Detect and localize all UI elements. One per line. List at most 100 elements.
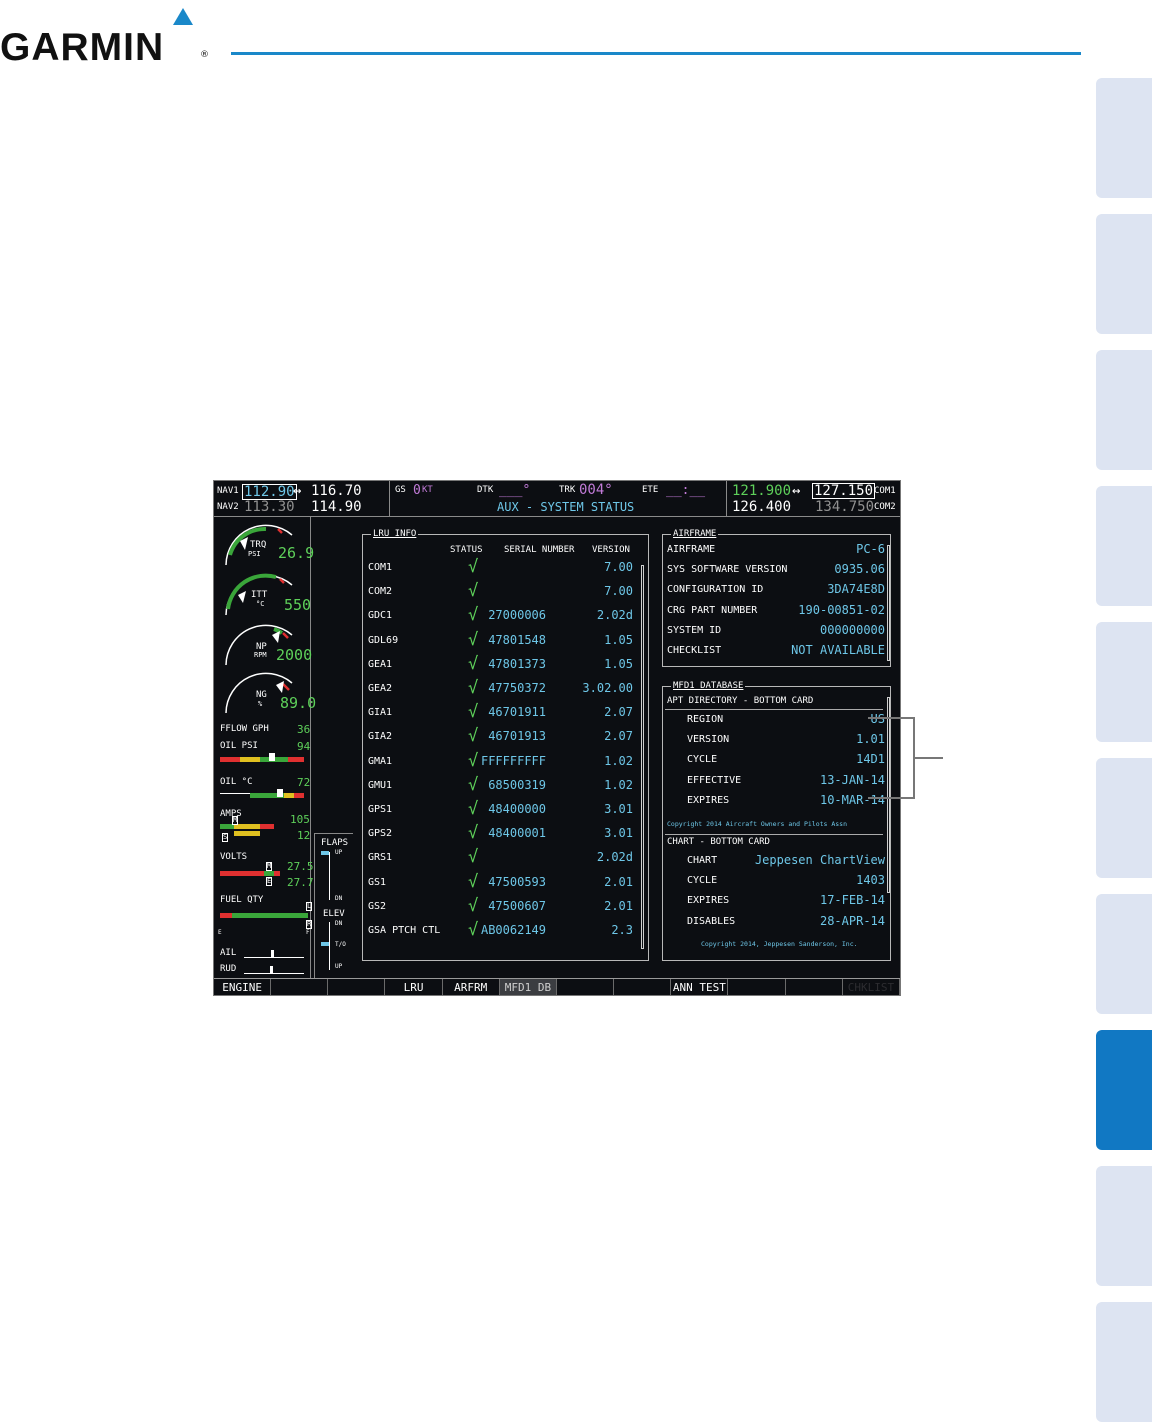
lru-name: GPS2 [368, 828, 393, 840]
trq-value: 26.9 [278, 544, 315, 562]
lru-status-check-icon: √ [468, 678, 479, 698]
flaps-up-label: UP [335, 849, 343, 856]
ete-value: __:__ [666, 483, 706, 498]
lru-row: GEA1 √ 47801373 1.05 [363, 653, 633, 676]
lru-row: COM1 √ 7.00 [363, 559, 633, 579]
com2-active-freq[interactable]: 126.400 [732, 500, 791, 514]
lru-name: GRS1 [368, 852, 393, 864]
mfd-database-scrollbar[interactable] [887, 697, 890, 893]
softkey-9[interactable]: ANN TEST [671, 979, 729, 995]
section-tab-7[interactable] [1096, 894, 1152, 1014]
lru-status-check-icon: √ [468, 653, 479, 674]
apt-directory-header: APT DIRECTORY - BOTTOM CARD [667, 696, 814, 706]
field-label: SYS SOFTWARE VERSION [667, 564, 788, 576]
section-tab-4[interactable] [1096, 486, 1152, 606]
lru-row: GMA1 √ FFFFFFFFF 1.02 [363, 752, 633, 773]
lru-row: GDL69 √ 47801548 1.05 [363, 629, 633, 652]
section-tab-8[interactable] [1096, 1030, 1152, 1150]
callout-leader-line [913, 757, 943, 759]
chart-row: DISABLES 28-APR-14 [663, 913, 885, 933]
lru-version: 2.02d [596, 608, 633, 623]
garmin-logo-triangle-icon [173, 8, 193, 25]
flaps-label: FLAPS [321, 838, 349, 848]
com1-label: COM1 [874, 486, 896, 496]
field-value: NOT AVAILABLE [791, 643, 885, 657]
amps-marker-1: M [232, 816, 239, 825]
lru-row: GPS1 √ 48400000 3.01 [363, 801, 633, 821]
oil-temp-value: 72 [297, 776, 311, 789]
elev-pointer-icon [321, 942, 329, 946]
lru-serial: AB0062149 [480, 923, 546, 937]
nav2-standby-freq[interactable]: 114.90 [311, 500, 362, 514]
softkey-8[interactable] [614, 979, 672, 995]
softkey-12[interactable]: CHKLIST [843, 979, 900, 995]
oil-psi-label: OIL PSI [220, 741, 258, 751]
field-value: 13-JAN-14 [819, 772, 885, 787]
chart-row: EXPIRES 17-FEB-14 [663, 892, 885, 912]
itt-value: 550 [284, 596, 312, 614]
lru-row: COM2 √ 7.00 [363, 583, 633, 603]
trk-value: 004° [579, 482, 613, 498]
airframe-table: AIRFRAME PC-6 SYS SOFTWARE VERSION 0935.06 C… [663, 541, 885, 665]
softkey-6[interactable]: MFD1 DB [499, 979, 557, 995]
nav2-label: NAV2 [217, 502, 239, 512]
airframe-row: SYS SOFTWARE VERSION 0935.06 [663, 561, 885, 581]
lru-name: GEA2 [368, 683, 393, 694]
nav1-swap-icon: ↔ [293, 483, 302, 499]
com2-standby-freq[interactable]: 134.750 [815, 500, 874, 514]
lru-row: GMU1 √ 68500319 1.02 [363, 776, 633, 797]
lru-version: 3.02.00 [582, 681, 633, 695]
lru-name: GDC1 [368, 610, 393, 622]
lru-version: 2.07 [604, 729, 633, 744]
section-tab-10[interactable] [1096, 1302, 1152, 1422]
elev-label: ELEV [323, 909, 345, 919]
field-value: 1403 [856, 873, 885, 888]
softkey-4[interactable]: LRU [386, 979, 443, 995]
field-value: 14D1 [856, 752, 885, 767]
nav1-active-freq[interactable]: 112.90 [242, 484, 297, 500]
callout-bracket-bottom [868, 797, 915, 799]
airframe-row: CRG PART NUMBER 190-00851-02 [663, 602, 885, 622]
field-label: REGION [687, 714, 724, 725]
field-value: US [870, 712, 885, 726]
section-tab-6[interactable] [1096, 758, 1152, 878]
section-tab-3[interactable] [1096, 350, 1152, 470]
com1-standby-freq[interactable]: 127.150 [812, 483, 876, 499]
ng-value: 89.0 [280, 694, 317, 712]
softkey-3[interactable] [328, 979, 386, 995]
lru-info-title: LRU INFO [371, 528, 419, 540]
gs-label: GS [395, 485, 406, 495]
section-tab-5[interactable] [1096, 622, 1152, 742]
lru-name: GPS1 [368, 804, 393, 815]
field-value: 17-FEB-14 [819, 893, 885, 908]
section-tab-1[interactable] [1096, 78, 1152, 198]
nav2-active-freq[interactable]: 113.30 [244, 500, 295, 514]
softkey-10[interactable] [729, 979, 786, 995]
lru-row: GIA1 √ 46701911 2.07 [363, 704, 633, 724]
fuel-qty-full-label: F [306, 929, 310, 936]
lru-row: GS2 √ 47500607 2.01 [363, 897, 633, 918]
section-tab-2[interactable] [1096, 214, 1152, 334]
amps-label: AMPS [220, 809, 242, 819]
com1-active-freq[interactable]: 121.900 [732, 484, 791, 498]
softkey-7[interactable] [557, 979, 615, 995]
section-tab-9[interactable] [1096, 1166, 1152, 1286]
softkey-11[interactable] [786, 979, 843, 995]
field-label: EXPIRES [687, 794, 730, 806]
lru-status-check-icon: √ [468, 629, 479, 650]
field-label: CONFIGURATION ID [667, 584, 764, 596]
dtk-label: DTK [477, 485, 494, 495]
softkey-2[interactable] [271, 979, 329, 995]
apt-directory-table: REGION US VERSION 1.01 CYCLE 14D1 EFFECTIVE 13-… [663, 711, 885, 813]
lru-scrollbar[interactable] [641, 565, 644, 949]
softkey-5[interactable]: ARFRM [443, 979, 500, 995]
nav1-label: NAV1 [217, 486, 239, 496]
lru-status-check-icon: √ [468, 847, 479, 868]
lru-serial: FFFFFFFFF [480, 753, 546, 768]
nav1-standby-freq[interactable]: 116.70 [311, 484, 362, 498]
lru-status-check-icon: √ [468, 726, 479, 747]
lru-name: GS2 [368, 900, 387, 912]
airframe-scrollbar[interactable] [887, 545, 890, 661]
lru-row: GDC1 √ 27000006 2.02d [363, 607, 633, 627]
softkey-1[interactable]: ENGINE [214, 979, 272, 995]
